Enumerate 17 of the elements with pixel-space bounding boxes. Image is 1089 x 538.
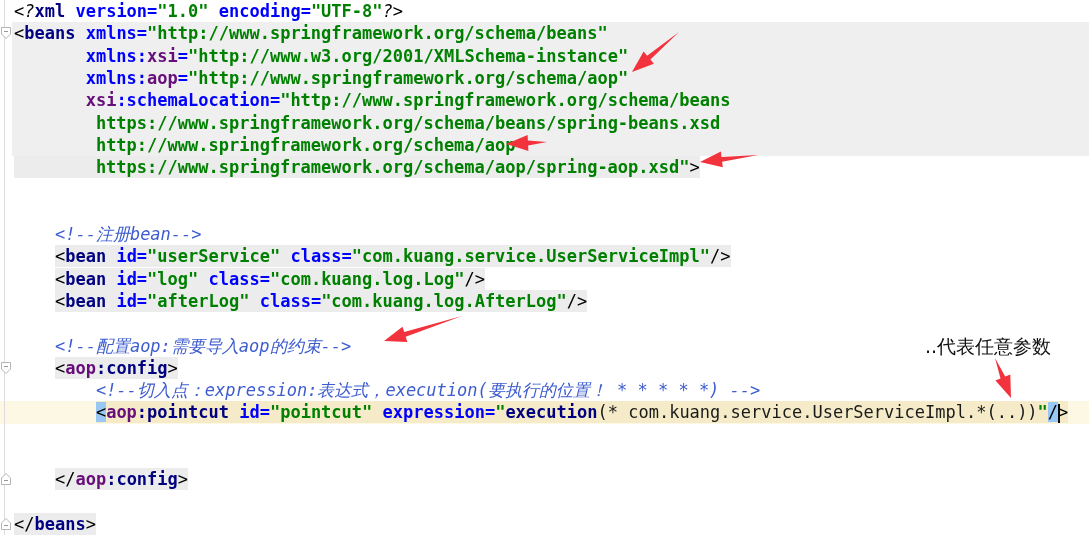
annotation-arrow bbox=[995, 358, 1011, 398]
fold-icon[interactable] bbox=[1, 473, 11, 486]
code-line: <?xml version="1.0" encoding="UTF-8"?> bbox=[14, 0, 403, 23]
code-line: https://www.springframework.org/schema/beans/spring-beans.xsd bbox=[94, 111, 721, 134]
code-line: <!--注册bean--> bbox=[53, 223, 202, 246]
code-line: <!--配置aop:需要导入aop的约束--> bbox=[53, 334, 352, 357]
code-line: http://www.springframework.org/schema/aop bbox=[94, 133, 516, 156]
code-line: xsi:schemaLocation="http://www.springframework.org/schema/beans bbox=[84, 89, 731, 112]
code-line: xmlns:aop="http://www.springframework.org/schema/aop" bbox=[84, 67, 629, 90]
annotation-note: ..代表任意参数 bbox=[925, 334, 1052, 359]
code-line: <!--切入点：expression:表达式，execution(要执行的位置！ * * * * *) --> bbox=[94, 379, 761, 402]
code-line: <beans xmlns="http://www.springframework.org/schema/beans" bbox=[14, 22, 608, 45]
fold-icon[interactable] bbox=[1, 27, 11, 40]
fold-icon[interactable] bbox=[1, 517, 11, 530]
annotation-arrow bbox=[700, 151, 758, 168]
fold-icon[interactable] bbox=[1, 361, 11, 374]
code-line: xmlns:xsi="http://www.w3.org/2001/XMLSchema-instance" bbox=[84, 44, 629, 67]
